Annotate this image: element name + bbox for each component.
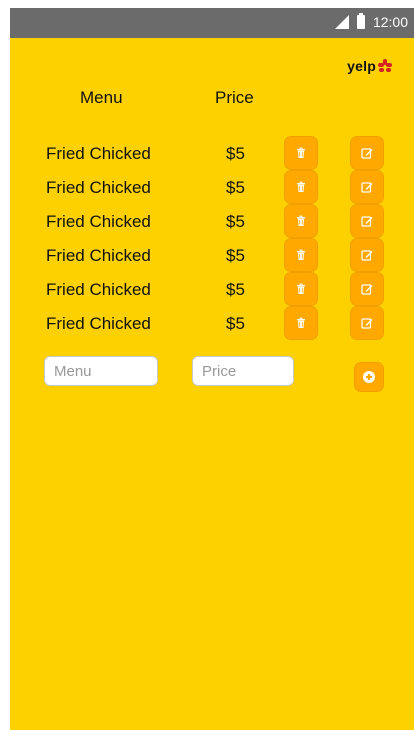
price-column-header: Price bbox=[215, 88, 254, 107]
menu-item-row: Fried Chicked $5 bbox=[10, 272, 414, 306]
item-price: $5 bbox=[226, 178, 245, 197]
trash-icon bbox=[295, 249, 307, 261]
yelp-burst-icon bbox=[378, 59, 392, 73]
edit-icon bbox=[361, 147, 373, 159]
edit-button[interactable] bbox=[350, 170, 384, 204]
edit-icon bbox=[361, 215, 373, 227]
edit-button[interactable] bbox=[350, 136, 384, 170]
item-name: Fried Chicked bbox=[46, 212, 151, 231]
plus-circle-icon bbox=[363, 371, 375, 383]
edit-icon bbox=[361, 317, 373, 329]
edit-button[interactable] bbox=[350, 272, 384, 306]
status-right: 12:00 bbox=[334, 13, 408, 30]
menu-column-header: Menu bbox=[80, 88, 123, 107]
edit-button[interactable] bbox=[350, 238, 384, 272]
item-name: Fried Chicked bbox=[46, 280, 151, 299]
trash-icon bbox=[295, 215, 307, 227]
trash-icon bbox=[295, 147, 307, 159]
edit-icon bbox=[361, 181, 373, 193]
trash-icon bbox=[295, 317, 307, 329]
signal-icon bbox=[334, 15, 349, 29]
status-time: 12:00 bbox=[372, 14, 408, 30]
delete-button[interactable] bbox=[284, 306, 318, 340]
delete-button[interactable] bbox=[284, 136, 318, 170]
item-name: Fried Chicked bbox=[46, 178, 151, 197]
item-name: Fried Chicked bbox=[46, 314, 151, 333]
menu-item-row: Fried Chicked $5 bbox=[10, 170, 414, 204]
delete-button[interactable] bbox=[284, 272, 318, 306]
menu-item-row: Fried Chicked $5 bbox=[10, 238, 414, 272]
app-screen: 12:00 yelp Menu Price Fried Chicked $5 F… bbox=[10, 8, 414, 730]
edit-icon bbox=[361, 249, 373, 261]
edit-icon bbox=[361, 283, 373, 295]
delete-button[interactable] bbox=[284, 170, 318, 204]
item-price: $5 bbox=[226, 246, 245, 265]
delete-button[interactable] bbox=[284, 204, 318, 238]
trash-icon bbox=[295, 181, 307, 193]
item-name: Fried Chicked bbox=[46, 246, 151, 265]
trash-icon bbox=[295, 283, 307, 295]
menu-input[interactable] bbox=[44, 356, 158, 386]
logo-text: yelp bbox=[347, 58, 376, 74]
menu-item-row: Fried Chicked $5 bbox=[10, 136, 414, 170]
status-bar: 12:00 bbox=[10, 8, 414, 38]
menu-item-row: Fried Chicked $5 bbox=[10, 306, 414, 340]
item-price: $5 bbox=[226, 280, 245, 299]
battery-icon bbox=[356, 13, 365, 29]
add-item-button[interactable] bbox=[354, 362, 384, 392]
item-price: $5 bbox=[226, 212, 245, 231]
price-input[interactable] bbox=[192, 356, 294, 386]
menu-item-row: Fried Chicked $5 bbox=[10, 204, 414, 238]
item-price: $5 bbox=[226, 314, 245, 333]
delete-button[interactable] bbox=[284, 238, 318, 272]
edit-button[interactable] bbox=[350, 306, 384, 340]
item-name: Fried Chicked bbox=[46, 144, 151, 163]
item-price: $5 bbox=[226, 144, 245, 163]
edit-button[interactable] bbox=[350, 204, 384, 238]
yelp-logo: yelp bbox=[347, 58, 392, 74]
